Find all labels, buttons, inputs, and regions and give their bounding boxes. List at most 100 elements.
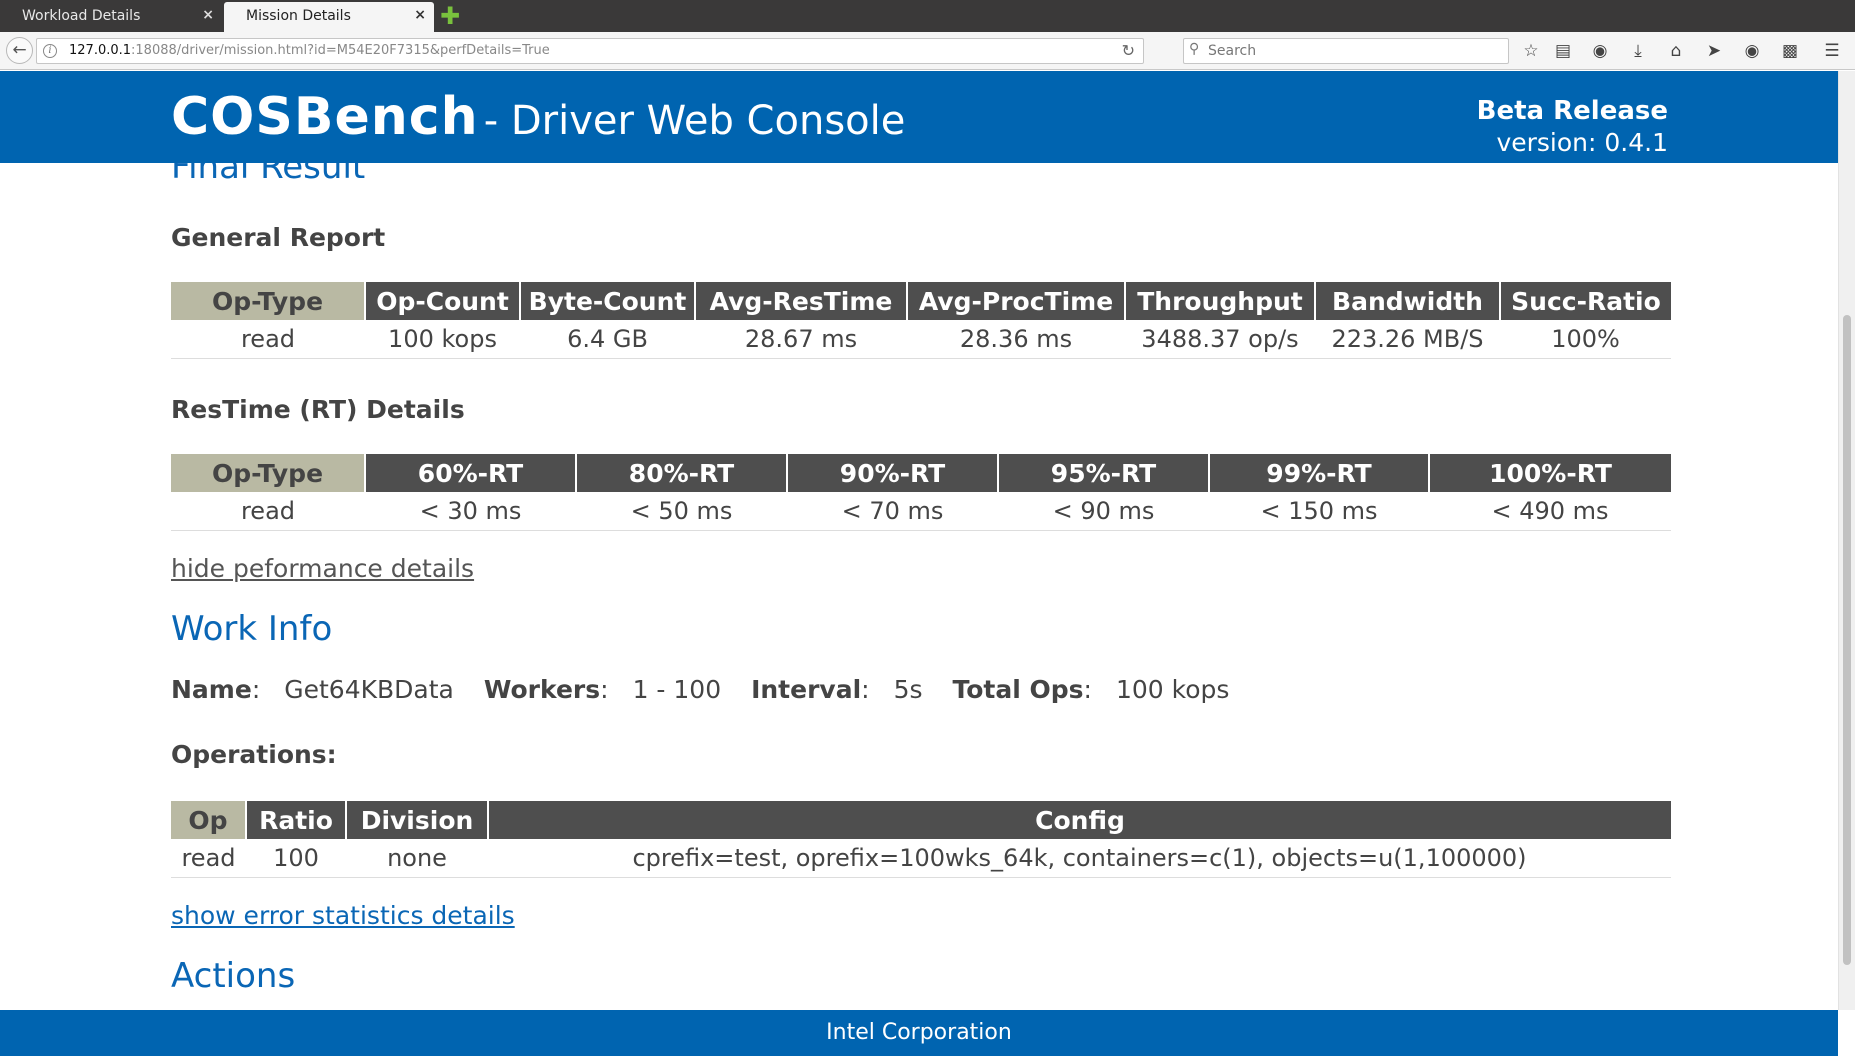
menu-icon[interactable]: ☰ (1821, 40, 1843, 62)
brand-name: COSBench (171, 87, 479, 147)
tab-mission-details[interactable]: Mission Details × (224, 2, 434, 32)
workers-value: 1 - 100 (632, 675, 722, 704)
bookmark-star-icon[interactable]: ☆ (1520, 40, 1542, 62)
scrollbar-thumb[interactable] (1843, 315, 1851, 965)
rt-details-heading: ResTime (RT) Details (171, 395, 465, 424)
column-header: Op-Type (171, 454, 365, 492)
label-separator: : (861, 675, 870, 704)
main-content: Final Result General Report Op-Type Op-C… (0, 163, 1838, 1010)
url-host: 127.0.0.1 (69, 43, 132, 58)
label-separator: : (1083, 675, 1092, 704)
table-header-row: Op-Type 60%-RT 80%-RT 90%-RT 95%-RT 99%-… (171, 454, 1671, 492)
table-row: read 100 none cprefix=test, oprefix=100w… (171, 839, 1671, 878)
download-icon[interactable]: ⤓ (1627, 40, 1649, 62)
table-cell: 28.36 ms (907, 320, 1125, 359)
pocket-icon[interactable]: ◉ (1589, 40, 1611, 62)
table-cell: < 490 ms (1429, 492, 1671, 531)
total-ops-label: Total Ops (952, 675, 1084, 704)
label-separator: : (251, 675, 261, 704)
table-cell: cprefix=test, oprefix=100wks_64k, contai… (488, 839, 1671, 878)
new-tab-icon[interactable]: ✚ (440, 3, 460, 29)
browser-tab-bar: Workload Details × Mission Details × ✚ (0, 0, 1855, 32)
chat-icon[interactable]: ◉ (1741, 40, 1763, 62)
info-icon[interactable]: i (43, 44, 57, 58)
table-header-row: Op Ratio Division Config (171, 801, 1671, 839)
name-value: Get64KBData (284, 675, 454, 704)
table-cell: 100% (1500, 320, 1671, 359)
operations-heading: Operations: (171, 740, 337, 769)
url-path: :18088/driver/mission.html?id=M54E20F731… (131, 43, 550, 58)
release-title: Beta Release (1476, 96, 1668, 126)
url-text: 127.0.0.1:18088/driver/mission.html?id=M… (69, 43, 550, 58)
column-header: Avg-ResTime (694, 282, 907, 320)
reload-icon[interactable]: ↻ (1122, 41, 1135, 60)
column-header: 95%-RT (997, 454, 1209, 492)
work-info-heading: Work Info (171, 609, 333, 649)
table-cell: 223.26 MB/S (1315, 320, 1500, 359)
column-header: Bandwidth (1314, 282, 1500, 320)
extension-icon[interactable]: ▩ (1779, 40, 1801, 62)
close-icon[interactable]: × (414, 7, 426, 23)
table-cell: read (171, 839, 246, 878)
interval-value: 5s (893, 675, 923, 704)
work-info-summary: Name: Get64KBData Workers: 1 - 100 Interva… (171, 675, 1251, 704)
browser-nav-bar: ← i 127.0.0.1:18088/driver/mission.html?… (0, 32, 1855, 70)
workers-label: Workers (483, 675, 601, 704)
tab-workload-details[interactable]: Workload Details × (0, 2, 222, 32)
release-version: version: 0.4.1 (1496, 128, 1668, 157)
column-header: 100%-RT (1428, 454, 1671, 492)
search-icon: ⚲ (1189, 41, 1200, 57)
column-header: Ratio (245, 801, 346, 839)
column-header: Op (171, 801, 246, 839)
url-bar[interactable]: i 127.0.0.1:18088/driver/mission.html?id… (36, 38, 1144, 64)
rt-details-table: Op-Type 60%-RT 80%-RT 90%-RT 95%-RT 99%-… (171, 454, 1671, 531)
table-cell: 6.4 GB (520, 320, 695, 359)
hide-performance-details-link[interactable]: hide peformance details (171, 554, 474, 583)
general-report-table: Op-Type Op-Count Byte-Count Avg-ResTime … (171, 282, 1671, 359)
search-placeholder: Search (1208, 43, 1257, 59)
name-label: Name (171, 675, 252, 704)
table-row: read < 30 ms < 50 ms < 70 ms < 90 ms < 1… (171, 492, 1671, 531)
back-arrow-icon[interactable]: ← (6, 37, 33, 64)
column-header: 60%-RT (364, 454, 576, 492)
release-info: Beta Release version: 0.4.1 (1477, 95, 1668, 158)
tab-title: Mission Details (246, 8, 351, 24)
column-header: 80%-RT (575, 454, 787, 492)
column-header: Throughput (1124, 282, 1315, 320)
table-cell: read (171, 492, 365, 531)
label-separator: : (600, 675, 609, 704)
page-footer: Intel Corporation (0, 1010, 1838, 1056)
search-input[interactable]: ⚲ Search (1183, 38, 1509, 64)
tab-title: Workload Details (22, 8, 141, 24)
close-icon[interactable]: × (202, 7, 214, 23)
reading-list-icon[interactable]: ▤ (1552, 40, 1574, 62)
actions-heading: Actions (171, 956, 296, 996)
table-cell: < 50 ms (576, 492, 787, 531)
table-cell: < 90 ms (998, 492, 1209, 531)
show-error-statistics-link[interactable]: show error statistics details (171, 901, 515, 930)
page-header: COSBench - Driver Web Console Beta Relea… (0, 71, 1838, 163)
table-cell: none (346, 839, 488, 878)
table-cell: 100 (246, 839, 346, 878)
general-report-heading: General Report (171, 223, 386, 252)
table-cell: 3488.37 op/s (1125, 320, 1315, 359)
column-header: Avg-ProcTime (906, 282, 1125, 320)
table-cell: < 30 ms (365, 492, 576, 531)
column-header: Succ-Ratio (1499, 282, 1671, 320)
column-header: Byte-Count (519, 282, 695, 320)
table-cell: < 70 ms (787, 492, 998, 531)
column-header: Op-Count (364, 282, 520, 320)
table-row: read 100 kops 6.4 GB 28.67 ms 28.36 ms 3… (171, 320, 1671, 359)
table-cell: < 150 ms (1209, 492, 1429, 531)
interval-label: Interval (751, 675, 862, 704)
column-header: Config (487, 801, 1671, 839)
column-header: Division (345, 801, 488, 839)
send-icon[interactable]: ➤ (1703, 40, 1725, 62)
column-header: 90%-RT (786, 454, 998, 492)
table-cell: 28.67 ms (695, 320, 907, 359)
table-header-row: Op-Type Op-Count Byte-Count Avg-ResTime … (171, 282, 1671, 320)
home-icon[interactable]: ⌂ (1665, 40, 1687, 62)
table-cell: 100 kops (365, 320, 520, 359)
page-scrollbar[interactable] (1838, 71, 1855, 1010)
column-header: 99%-RT (1208, 454, 1429, 492)
